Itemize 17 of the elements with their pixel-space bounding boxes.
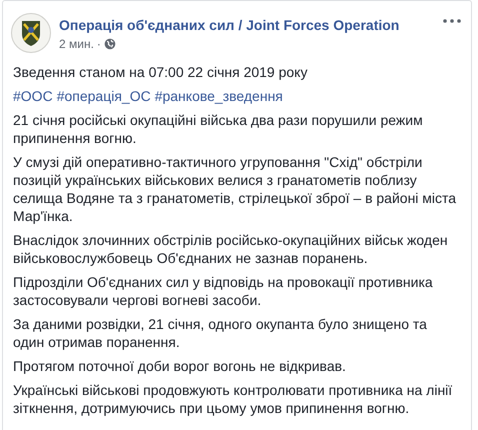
post-paragraph: Підрозділи Об'єднаних сил у відповідь на провокації противника застосовували чергові вогневі засоби. (13, 273, 434, 309)
hashtag-link[interactable]: #ООС (13, 87, 53, 105)
post-paragraph: За даними розвідки, 21 січня, одного окупанта було знищено та один отримав поранення. (13, 315, 428, 351)
post-paragraph: Українські військові продовжують контролювати противника на лінії зіткнення, дотримуючись при цьому умов припинення вогню. (13, 381, 454, 417)
post-paragraph: Протягом поточної доби ворог вогонь не відкривав. (13, 357, 347, 375)
globe-icon (104, 38, 116, 50)
shield-emblem-icon[interactable] (11, 13, 51, 53)
hashtag-link[interactable]: #ранкове_зведення (154, 87, 283, 105)
post-time-link[interactable]: 2 мин. (59, 37, 94, 51)
post-paragraph: 21 січня російські окупаційні війська два рази порушили режим припинення вогню. (13, 111, 424, 147)
post-paragraph: У смузі дій оперативно-тактичного угруповання "Схід" обстріли позицій українських військових велися з гранатометів поблизу селища Водяне та з гранатометів, стрілецької зброї – в районі міста Мар'їнка. (13, 153, 458, 225)
hashtag-link[interactable]: #операція_ОС (56, 87, 151, 105)
separator-dot: · (96, 37, 101, 51)
more-options-icon[interactable] (443, 19, 461, 23)
post-paragraph: Внаслідок злочинних обстрілів російсько-окупаційних військ жоден військовослужбовець Об'єднаних не зазнав поранень. (13, 231, 449, 267)
post-headline: Зведення станом на 07:00 22 січня 2019 року (13, 63, 308, 81)
page-name-link[interactable]: Операція об'єднаних сил / Joint Forces Operation (59, 17, 435, 33)
